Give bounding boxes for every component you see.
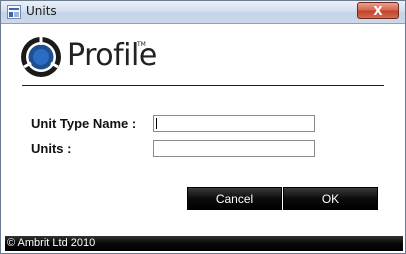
cancel-button[interactable]: Cancel	[187, 187, 282, 210]
trademark-mark: TM	[137, 41, 146, 48]
unit-type-name-label: Unit Type Name :	[31, 116, 137, 131]
window-title: Units	[26, 4, 57, 18]
profile-logo-icon	[21, 37, 61, 77]
text-caret	[156, 118, 157, 129]
units-dialog: Units X Profile TM Unit Type Name : Unit…	[0, 0, 406, 254]
header-divider	[22, 85, 384, 86]
title-bar[interactable]: Units X	[1, 1, 405, 24]
units-label: Units :	[31, 141, 72, 156]
unit-type-name-input[interactable]	[153, 115, 315, 132]
dialog-body: Profile TM Unit Type Name : Units : Canc…	[5, 24, 403, 251]
app-icon	[7, 5, 21, 19]
copyright-text: © Ambrit Ltd 2010	[7, 237, 96, 249]
close-button[interactable]: X	[357, 2, 399, 19]
units-input[interactable]	[153, 140, 315, 157]
ok-button[interactable]: OK	[283, 187, 378, 210]
footer-bar: © Ambrit Ltd 2010	[5, 236, 403, 251]
close-icon: X	[373, 3, 383, 18]
